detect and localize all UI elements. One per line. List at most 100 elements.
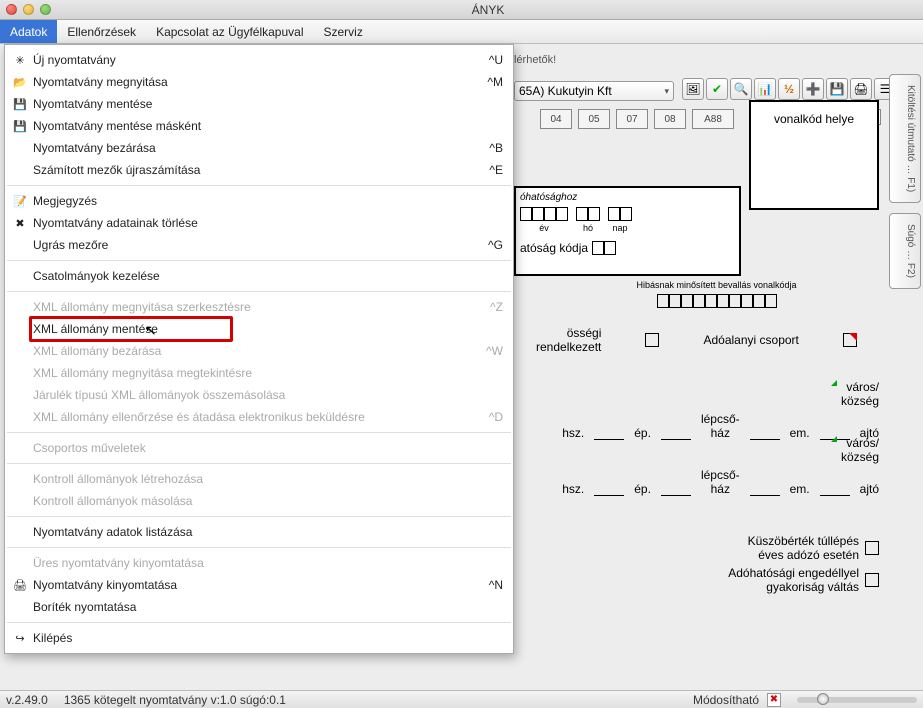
menu-item-shortcut: ^W: [486, 344, 503, 358]
help-tab-f1[interactable]: Kitöltési útmutató … F1): [889, 74, 921, 203]
menu-item[interactable]: 📂Nyomtatvány megnyitása^M: [5, 71, 513, 93]
menu-item[interactable]: 🖨Nyomtatvány kinyomtatása^N: [5, 574, 513, 596]
menu-item-label: Új nyomtatvány: [33, 53, 481, 67]
toolbar-icon-6[interactable]: ➕: [802, 78, 824, 100]
address-block-2: város/ község hsz. ép. lépcső- ház em. a…: [514, 436, 879, 496]
group-left-checkbox[interactable]: [645, 333, 659, 347]
sidebar-tabs: Kitöltési útmutató … F1) Súgó … F2): [889, 74, 921, 289]
menu-kapcsolat[interactable]: Kapcsolat az Ügyfélkapuval: [146, 20, 313, 43]
open-icon: 📂: [11, 74, 29, 90]
month-label: hó: [576, 223, 600, 233]
delete-icon: ✖: [11, 215, 29, 231]
addr-col-ajto-2: ajtó: [860, 482, 879, 496]
status-error-icon[interactable]: ✖: [767, 693, 781, 707]
status-mode: Módosítható: [693, 693, 759, 707]
entity-select-value: 65A) Kukutyin Kft: [519, 84, 612, 98]
entity-select[interactable]: 65A) Kukutyin Kft ▾: [514, 81, 674, 101]
zoom-slider-knob[interactable]: [817, 693, 829, 705]
kodja-label: atóság kódja: [520, 241, 588, 255]
toolbar-icon-5[interactable]: ½: [778, 78, 800, 100]
menu-item: Járulék típusú XML állományok összemásol…: [5, 384, 513, 406]
menu-item[interactable]: Nyomtatvány adatok listázása: [5, 521, 513, 543]
menu-item[interactable]: Boríték nyomtatása: [5, 596, 513, 618]
triangle-green-icon: [831, 380, 837, 386]
toolbar-icon-3[interactable]: 🔍: [730, 78, 752, 100]
blank-icon: [11, 162, 29, 178]
error-code-panel: Hibásnak minősített bevallás vonalkódja: [554, 280, 879, 308]
addr-col-em-2: em.: [790, 482, 810, 496]
help-tab-f2[interactable]: Súgó … F2): [889, 213, 921, 289]
city-label-2: város/ község: [841, 436, 879, 464]
menu-item-shortcut: ^M: [487, 75, 503, 89]
group-right-checkbox[interactable]: [843, 333, 857, 347]
window-title: ÁNYK: [59, 3, 917, 17]
menu-item-label: Csatolmányok kezelése: [33, 269, 495, 283]
menu-item[interactable]: ✖ Nyomtatvány adatainak törlése: [5, 212, 513, 234]
menu-item: Üres nyomtatvány kinyomtatása: [5, 552, 513, 574]
triangle-green-icon-2: [831, 436, 837, 442]
statusbar: v.2.49.0 1365 kötegelt nyomtatvány v:1.0…: [0, 690, 923, 708]
menu-item-label: XML állomány megnyitása megtekintésre: [33, 366, 495, 380]
menu-item[interactable]: Csatolmányok kezelése: [5, 265, 513, 287]
menu-ellenorzesek[interactable]: Ellenőrzések: [57, 20, 146, 43]
chevron-updown-icon: ▾: [664, 86, 669, 97]
menu-item[interactable]: ↪Kilépés: [5, 627, 513, 649]
menu-item-label: Nyomtatvány bezárása: [33, 141, 481, 155]
date-panel: óhatósághoz év hó nap atóság kódja: [514, 186, 741, 276]
menu-item: XML állomány megnyitása megtekintésre: [5, 362, 513, 384]
toolbar-message: lérhetők!: [514, 54, 903, 66]
menu-item-label: Nyomtatvány adatok listázása: [33, 525, 495, 539]
menu-item: XML állomány ellenőrzése és átadása elek…: [5, 406, 513, 428]
zoom-window-button[interactable]: [40, 4, 51, 15]
toolbar-icon-save[interactable]: 💾: [826, 78, 848, 100]
toolbar-icon-4[interactable]: 📊: [754, 78, 776, 100]
menu-item-label: Számított mezők újraszámítása: [33, 163, 481, 177]
threshold-chk2[interactable]: [865, 573, 879, 587]
menu-item-shortcut: ^D: [489, 410, 503, 424]
menu-item: XML állomány bezárása ^W: [5, 340, 513, 362]
addr-col-lh-2: lépcső- ház: [701, 468, 740, 496]
toolbar-icons: 🖼 ✔ 🔍 📊 ½ ➕ 💾 🖨 ☰: [682, 78, 896, 100]
menu-item[interactable]: 💾Nyomtatvány mentése másként: [5, 115, 513, 137]
blank-icon: [11, 409, 29, 425]
toolbar-icon-2[interactable]: ✔: [706, 78, 728, 100]
menu-item-label: Megjegyzés: [33, 194, 495, 208]
menu-item[interactable]: 💾Nyomtatvány mentése: [5, 93, 513, 115]
menu-item-label: XML állomány bezárása: [33, 344, 478, 358]
note-icon: 📝: [11, 193, 29, 209]
adatok-dropdown: ✳Új nyomtatvány^U📂Nyomtatvány megnyitása…: [4, 44, 514, 654]
menu-item[interactable]: Ugrás mezőre ^G: [5, 234, 513, 256]
addr-col-hsz-2: hsz.: [562, 482, 584, 496]
blank-icon: [11, 365, 29, 381]
toolbar-icon-1[interactable]: 🖼: [682, 78, 704, 100]
menu-item-label: Nyomtatvány adatainak törlése: [33, 216, 495, 230]
menu-item-label: Boríték nyomtatása: [33, 600, 495, 614]
menu-item-label: Ugrás mezőre: [33, 238, 480, 252]
threshold-chk1[interactable]: [865, 541, 879, 555]
menu-item-shortcut: ^G: [488, 238, 503, 252]
blank-icon: [11, 237, 29, 253]
address-block-1: város/ község hsz. ép. lépcső- ház em. a…: [514, 380, 879, 440]
menu-item[interactable]: Nyomtatvány bezárása^B: [5, 137, 513, 159]
cursor-icon: ↖: [145, 322, 157, 339]
menu-item[interactable]: 📝 Megjegyzés: [5, 190, 513, 212]
zoom-slider[interactable]: [797, 697, 917, 703]
blank-icon: [11, 524, 29, 540]
saveas-icon: 💾: [11, 118, 29, 134]
menu-item: Csoportos műveletek: [5, 437, 513, 459]
minimize-window-button[interactable]: [23, 4, 34, 15]
close-window-button[interactable]: [6, 4, 17, 15]
toolbar-icon-print[interactable]: 🖨: [850, 78, 872, 100]
menu-item-label: Nyomtatvány mentése: [33, 97, 495, 111]
group-line: össégi rendelkezett Adóalanyi csoport: [514, 326, 879, 354]
menu-item[interactable]: Számított mezők újraszámítása^E: [5, 159, 513, 181]
blank-icon: [11, 268, 29, 284]
print-icon: 🖨: [11, 577, 29, 593]
menu-adatok[interactable]: Adatok: [0, 20, 57, 43]
menu-item[interactable]: XML állomány mentése↖: [5, 318, 513, 340]
menu-item-label: Nyomtatvány kinyomtatása: [33, 578, 481, 592]
menu-item[interactable]: ✳Új nyomtatvány^U: [5, 49, 513, 71]
menu-item-label: Üres nyomtatvány kinyomtatása: [33, 556, 495, 570]
menu-item-label: Csoportos műveletek: [33, 441, 495, 455]
menu-szerviz[interactable]: Szerviz: [313, 20, 372, 43]
